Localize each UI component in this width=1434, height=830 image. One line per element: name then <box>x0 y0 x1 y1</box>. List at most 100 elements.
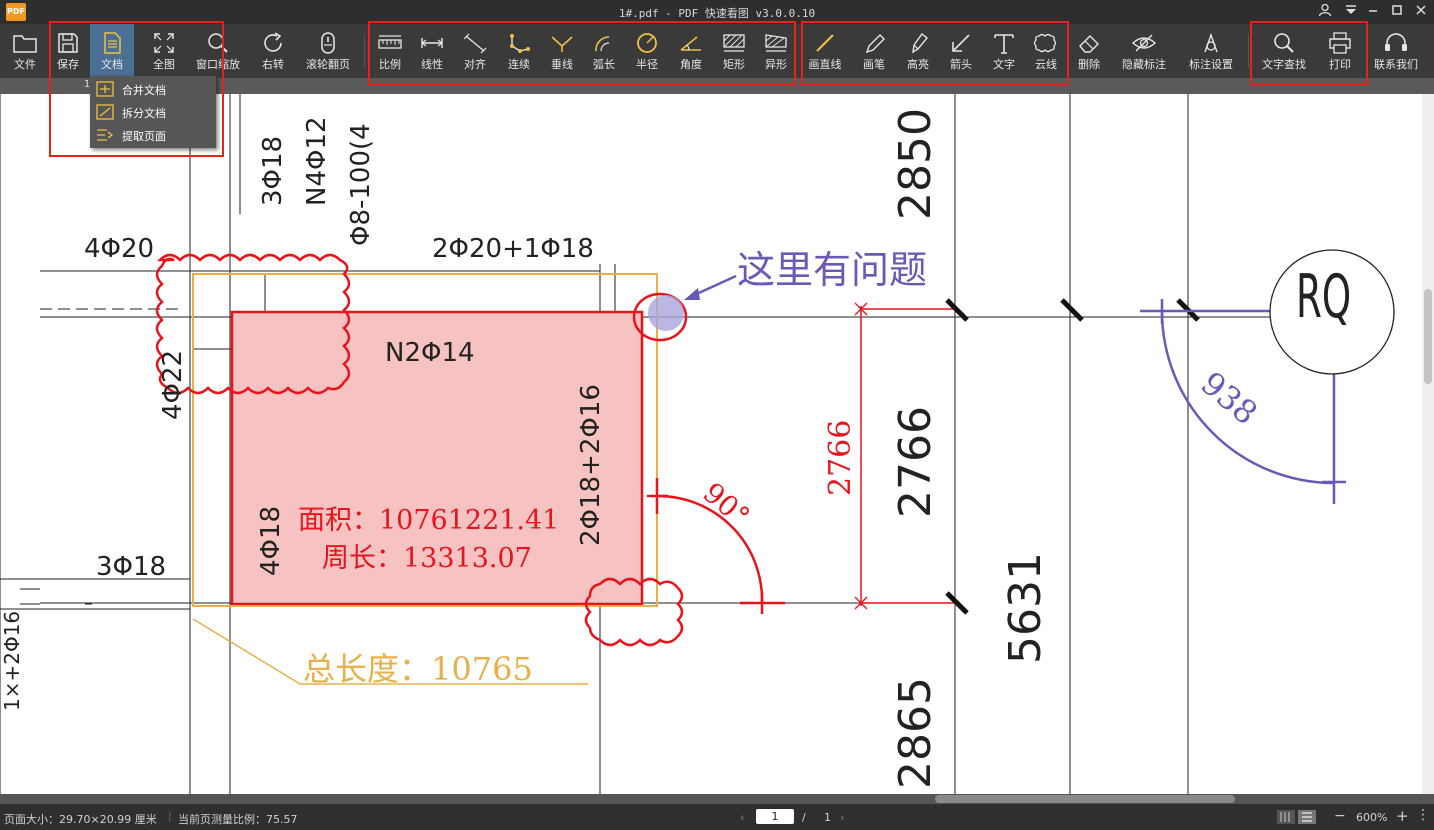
maximize-button[interactable] <box>1386 3 1408 21</box>
merge-icon <box>96 81 114 97</box>
text-search-button[interactable]: 文字查找 <box>1256 24 1312 76</box>
measure-scale-text: 当前页测量比例：75.57 <box>178 813 298 826</box>
eraser-icon <box>1079 35 1099 53</box>
measure-arc-button[interactable]: 弧长 <box>586 24 622 76</box>
measure-continuous-button[interactable]: 连续 <box>500 24 538 76</box>
angle-icon <box>680 36 701 51</box>
draw-arrow-button[interactable]: 箭头 <box>942 24 980 76</box>
arrow-icon <box>952 34 970 52</box>
extract-icon <box>97 129 114 141</box>
draw-pen-button[interactable]: 画笔 <box>852 24 896 76</box>
perpendicular-icon <box>551 36 573 52</box>
draw-line-button[interactable]: 画直线 <box>804 24 846 76</box>
rebar-label-3phi18-vertical: 3Φ18 <box>258 135 288 206</box>
printer-icon <box>1329 32 1351 54</box>
irregular-area-icon <box>765 34 787 52</box>
rebar-label-4phi20: 4Φ20 <box>84 234 155 264</box>
save-icon <box>58 33 78 53</box>
merge-document-item[interactable]: 合并文档 <box>90 78 216 100</box>
menu-dropdown-icon[interactable] <box>1340 3 1362 21</box>
line-icon <box>816 34 834 52</box>
perimeter-value-label: 周长：13313.07 <box>322 543 532 574</box>
pen-icon <box>865 34 885 54</box>
horizontal-scrollbar[interactable] <box>0 794 1434 804</box>
draw-highlight-button[interactable]: 高亮 <box>898 24 938 76</box>
folder-icon <box>13 35 37 53</box>
doc-button[interactable]: 文档 <box>90 24 134 76</box>
print-button[interactable]: 打印 <box>1318 24 1362 76</box>
fit-page-button[interactable]: 全图 <box>142 24 186 76</box>
mark-settings-button[interactable]: 标注设置 <box>1184 24 1238 76</box>
measure-rect-button[interactable]: 矩形 <box>716 24 752 76</box>
measure-angle-button[interactable]: 角度 <box>672 24 710 76</box>
title-bar: PDF 1#.pdf - PDF 快速看图 v3.0.0.10 <box>0 0 1434 24</box>
prev-page-icon[interactable]: ‹ <box>740 811 744 824</box>
horizontal-scroll-thumb[interactable] <box>935 795 1235 803</box>
window-title: 1#.pdf - PDF 快速看图 v3.0.0.10 <box>618 7 816 20</box>
dimension-2850: 2850 <box>890 108 941 220</box>
doc-dropdown-menu: 合并文档 拆分文档 提取页面 <box>90 76 216 148</box>
zoom-icon <box>208 33 228 53</box>
mouse-icon <box>321 32 335 54</box>
page-separator: / <box>802 811 806 824</box>
hide-marks-button[interactable]: 隐藏标注 <box>1116 24 1172 76</box>
measure-linear-button[interactable]: 线性 <box>414 24 450 76</box>
scroll-page-button[interactable]: 滚轮翻页 <box>300 24 356 76</box>
linear-measure-icon <box>421 38 443 48</box>
split-icon <box>96 104 114 120</box>
toolbar-divider <box>364 34 365 68</box>
draw-text-button[interactable]: 文字 <box>984 24 1024 76</box>
toolbar: 文件 保存 文档 全图 窗口缩放 右转 滚轮翻页 比例 线性 对齐 连续 垂线 … <box>0 24 1434 78</box>
rebar-label-n2phi14: N2Φ14 <box>385 338 475 368</box>
delete-button[interactable]: 删除 <box>1072 24 1106 76</box>
extract-page-item[interactable]: 提取页面 <box>90 124 216 146</box>
cut-off-label: 1×+2Φ16 <box>0 610 24 711</box>
highlight-mark <box>648 295 684 331</box>
page-number-input[interactable]: 1 <box>756 809 794 824</box>
contact-us-button[interactable]: 联系我们 <box>1368 24 1424 76</box>
arc-length-icon <box>595 36 610 52</box>
toolbar-divider <box>1248 34 1249 68</box>
status-more-icon[interactable]: ⋮ <box>1416 807 1430 823</box>
measure-irregular-button[interactable]: 异形 <box>758 24 794 76</box>
total-length-label: 总长度：10765 <box>303 650 533 688</box>
stirrup-label: Φ8-100(4 <box>346 123 376 246</box>
status-bar: 页面大小：29.70×20.99 厘米 | 当前页测量比例：75.57 ‹ 1 … <box>0 804 1434 830</box>
eye-off-icon <box>1131 34 1157 52</box>
single-page-view-icon[interactable] <box>1276 809 1320 828</box>
pdf-canvas[interactable]: 4Φ20 2Φ20+1Φ18 3Φ18 N4Φ12 Φ8-100(4 4Φ22 … <box>0 94 1422 794</box>
search-icon <box>1274 33 1294 53</box>
aligned-measure-icon <box>463 33 487 54</box>
settings-icon <box>1204 32 1218 53</box>
rebar-label-2phi18-2phi16: 2Φ18+2Φ16 <box>576 384 606 546</box>
window-zoom-button[interactable]: 窗口缩放 <box>192 24 244 76</box>
dimension-2766: 2766 <box>890 406 941 518</box>
rebar-label-n4phi12: N4Φ12 <box>302 116 332 206</box>
dimension-2865: 2865 <box>890 677 941 789</box>
vertical-scroll-thumb[interactable] <box>1424 289 1432 384</box>
dimension-5631: 5631 <box>1000 552 1051 664</box>
split-document-item[interactable]: 拆分文档 <box>90 101 216 123</box>
next-page-icon[interactable]: › <box>840 811 844 824</box>
user-icon[interactable] <box>1314 3 1336 21</box>
minimize-button[interactable] <box>1362 3 1384 21</box>
area-value-label: 面积：10761221.41 <box>298 505 560 536</box>
zoom-out-button[interactable]: − <box>1334 808 1346 824</box>
measure-radius-button[interactable]: 半径 <box>628 24 666 76</box>
highlighter-icon <box>912 32 928 54</box>
measure-align-button[interactable]: 对齐 <box>456 24 494 76</box>
save-button[interactable]: 保存 <box>48 24 88 76</box>
measure-perpendicular-button[interactable]: 垂线 <box>544 24 580 76</box>
drawing-lines <box>0 94 1395 794</box>
measure-scale-button[interactable]: 比例 <box>372 24 408 76</box>
close-button[interactable] <box>1410 3 1432 21</box>
red-dimension-label: 2766 <box>823 419 858 496</box>
question-note-label: 这里有问题 <box>737 248 928 292</box>
file-button[interactable]: 文件 <box>4 24 46 76</box>
draw-cloud-button[interactable]: 云线 <box>1026 24 1066 76</box>
vertical-scrollbar[interactable] <box>1422 94 1434 794</box>
rotate-right-button[interactable]: 右转 <box>252 24 294 76</box>
zoom-in-button[interactable]: + <box>1396 807 1409 825</box>
grid-label-rq: RQ <box>1296 262 1352 332</box>
page-total: 1 <box>824 811 831 824</box>
